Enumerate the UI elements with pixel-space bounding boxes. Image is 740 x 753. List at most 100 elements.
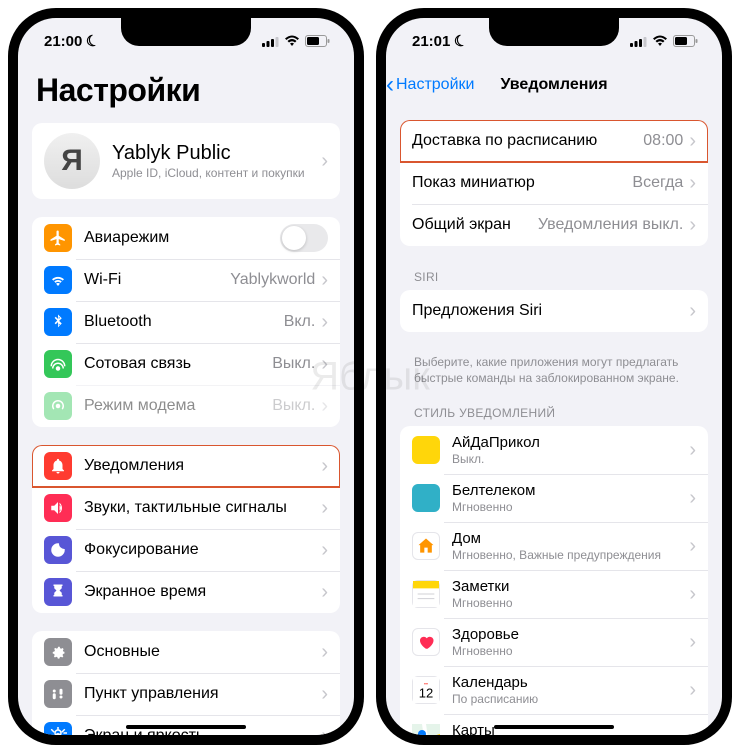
chevron-icon: › xyxy=(689,632,696,652)
chevron-icon: › xyxy=(321,726,328,735)
settings-row[interactable]: Wi-FiYablykworld› xyxy=(32,259,340,301)
home-indicator[interactable] xyxy=(494,725,614,729)
row-label: Авиарежим xyxy=(84,229,280,247)
settings-row[interactable]: Экранное время› xyxy=(32,571,340,613)
app-row[interactable]: ЗаметкиМгновенно› xyxy=(400,570,708,618)
row-value: Уведомления выкл. xyxy=(538,216,683,234)
settings-row[interactable]: Пункт управления› xyxy=(32,673,340,715)
row-value: Yablykworld xyxy=(230,271,315,289)
home-indicator[interactable] xyxy=(126,725,246,729)
app-label: АйДаПрикол xyxy=(452,434,687,451)
chevron-icon: › xyxy=(321,498,328,518)
app-label: Дом xyxy=(452,530,687,547)
settings-row[interactable]: Звуки, тактильные сигналы› xyxy=(32,487,340,529)
notifications-group: Уведомления›Звуки, тактильные сигналы›Фо… xyxy=(32,445,340,613)
signal-icon xyxy=(262,36,279,47)
row-label: Общий экран xyxy=(412,216,538,234)
app-sub: Мгновенно xyxy=(452,500,687,514)
moon-icon: ☾ xyxy=(84,31,102,52)
chevron-icon: › xyxy=(689,301,696,321)
chevron-icon: › xyxy=(689,173,696,193)
chevron-icon: › xyxy=(321,270,328,290)
app-label: Здоровье xyxy=(452,626,687,643)
settings-row[interactable]: Сотовая связьВыкл. › xyxy=(32,343,340,385)
app-row[interactable]: ••12КалендарьПо расписанию› xyxy=(400,666,708,714)
settings-row[interactable]: Фокусирование› xyxy=(32,529,340,571)
chevron-icon: › xyxy=(321,456,328,476)
notifications-content[interactable]: Доставка по расписанию08:00›Показ миниат… xyxy=(386,106,722,735)
app-icon xyxy=(412,436,440,464)
connectivity-group: АвиарежимWi-FiYablykworld›BluetoothВкл.›… xyxy=(32,217,340,427)
row-label: Уведомления xyxy=(84,457,319,475)
row-value: Выкл. xyxy=(272,355,315,373)
app-sub: По расписанию xyxy=(452,692,687,706)
bell-icon xyxy=(44,452,72,480)
setting-row[interactable]: Показ миниатюрВсегда› xyxy=(400,162,708,204)
profile-sub: Apple ID, iCloud, контент и покупки xyxy=(112,166,319,180)
app-row[interactable]: БелтелекомМгновенно› xyxy=(400,474,708,522)
avatar: Я xyxy=(44,133,100,189)
signal-icon xyxy=(630,36,647,47)
page-title: Настройки xyxy=(32,64,340,123)
notch xyxy=(121,18,251,46)
siri-footer: Выберите, какие приложения могут предлаг… xyxy=(400,350,708,400)
settings-content[interactable]: Настройки Я Yablyk Public Apple ID, iClo… xyxy=(18,64,354,735)
settings-row[interactable]: Уведомления› xyxy=(32,445,340,487)
chevron-icon: › xyxy=(321,540,328,560)
app-label: Белтелеком xyxy=(452,482,687,499)
app-icon xyxy=(412,484,440,512)
setting-row[interactable]: Общий экранУведомления выкл. › xyxy=(400,204,708,246)
back-button[interactable]: ‹ Настройки xyxy=(386,71,474,99)
svg-text:12: 12 xyxy=(419,686,433,701)
setting-row[interactable]: Доставка по расписанию08:00› xyxy=(400,120,708,162)
siri-group: Предложения Siri › xyxy=(400,290,708,332)
app-row[interactable]: АйДаПриколВыкл.› xyxy=(400,426,708,474)
battery-icon xyxy=(305,35,330,47)
row-label: Экранное время xyxy=(84,583,319,601)
row-value: Вкл. xyxy=(284,313,316,331)
row-label: Режим модема xyxy=(84,397,272,415)
app-icon xyxy=(412,532,440,560)
app-sub: Выкл. xyxy=(452,452,687,466)
hourglass-icon xyxy=(44,578,72,606)
settings-row[interactable]: Авиарежим xyxy=(32,217,340,259)
chevron-icon: › xyxy=(689,215,696,235)
settings-row[interactable]: Основные› xyxy=(32,631,340,673)
chevron-icon: › xyxy=(321,312,328,332)
status-time: 21:01 xyxy=(412,33,450,50)
nav-title: Уведомления xyxy=(500,76,607,94)
app-label: Заметки xyxy=(452,578,687,595)
wifi-icon xyxy=(44,266,72,294)
settings-row[interactable]: Режим модемаВыкл.› xyxy=(32,385,340,427)
chevron-icon: › xyxy=(689,131,696,151)
chevron-icon: › xyxy=(321,151,328,171)
app-sub: Мгновенно xyxy=(452,644,687,658)
chevron-icon: › xyxy=(321,642,328,662)
profile-row[interactable]: Я Yablyk Public Apple ID, iCloud, контен… xyxy=(32,123,340,199)
bluetooth-icon xyxy=(44,308,72,336)
chevron-icon: › xyxy=(689,584,696,604)
row-value: 08:00 xyxy=(643,132,683,150)
app-row[interactable]: ДомМгновенно, Важные предупреждения› xyxy=(400,522,708,570)
settings-row[interactable]: BluetoothВкл. › xyxy=(32,301,340,343)
screen-right: 21:01 ☾ ‹ Настройки Уведомления Доставка… xyxy=(386,18,722,735)
row-label: Bluetooth xyxy=(84,313,284,331)
row-label: Сотовая связь xyxy=(84,355,272,373)
gear-icon xyxy=(44,638,72,666)
sound-icon xyxy=(44,494,72,522)
notch xyxy=(489,18,619,46)
screen-left: 21:00 ☾ Настройки Я Yablyk Public Apple … xyxy=(18,18,354,735)
general-group: Основные›Пункт управления›Экран и яркост… xyxy=(32,631,340,735)
nav-header: ‹ Настройки Уведомления xyxy=(386,64,722,106)
style-header: СТИЛЬ УВЕДОМЛЕНИЙ xyxy=(400,400,708,426)
row-label: Звуки, тактильные сигналы xyxy=(84,499,319,517)
airplane-icon xyxy=(44,224,72,252)
siri-suggestions-row[interactable]: Предложения Siri › xyxy=(400,290,708,332)
toggle[interactable] xyxy=(280,224,328,252)
app-icon xyxy=(412,724,440,735)
chevron-icon: › xyxy=(321,354,328,374)
phone-left: 21:00 ☾ Настройки Я Yablyk Public Apple … xyxy=(8,8,364,745)
app-row[interactable]: ЗдоровьеМгновенно› xyxy=(400,618,708,666)
chevron-icon: › xyxy=(689,728,696,735)
row-value: Выкл. xyxy=(272,397,315,415)
